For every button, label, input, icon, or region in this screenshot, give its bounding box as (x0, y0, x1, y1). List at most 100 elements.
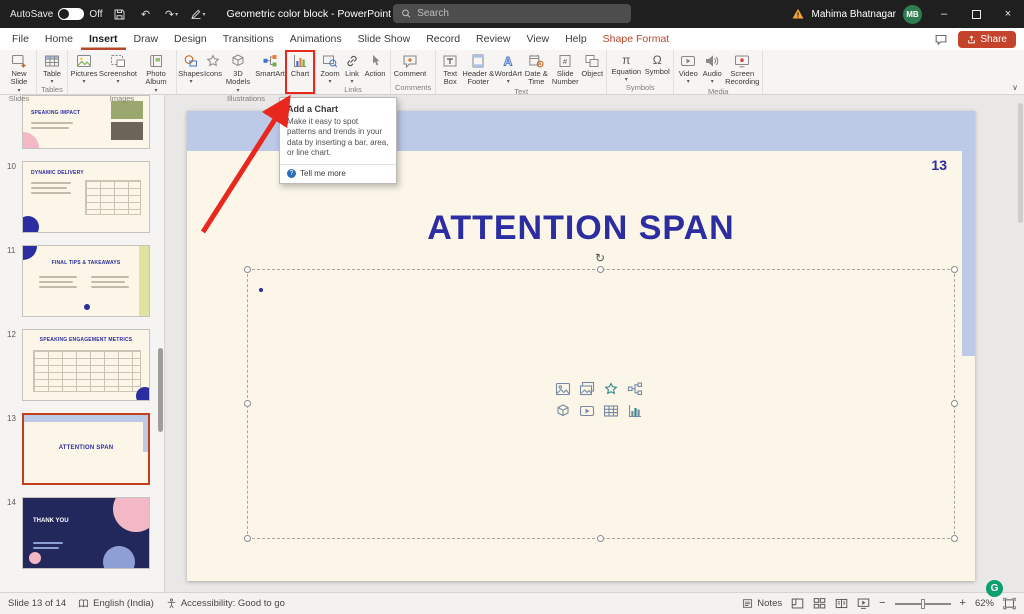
customize-qat-button[interactable]: ▾ (189, 5, 207, 23)
content-placeholder[interactable]: ↻ (247, 269, 955, 539)
search-input[interactable] (417, 8, 623, 19)
resize-handle-bottom-right[interactable] (951, 535, 958, 542)
slide-title[interactable]: ATTENTION SPAN (187, 209, 975, 248)
smartart-button[interactable]: SmartArt (253, 51, 287, 94)
minimize-button[interactable]: – (928, 0, 960, 28)
thumbnail-canvas[interactable]: ATTENTION SPAN (22, 413, 150, 485)
tab-review[interactable]: Review (468, 29, 518, 50)
text-box-button[interactable]: Text Box (438, 51, 462, 87)
slide-number-button[interactable]: # Slide Number (550, 51, 580, 87)
photo-album-button[interactable]: Photo Album ▾ (138, 51, 174, 94)
thumbnail-scrollbar[interactable] (158, 348, 163, 432)
reading-view-icon[interactable] (835, 597, 848, 610)
resize-handle-top-left[interactable] (244, 266, 251, 273)
zoom-out-button[interactable]: − (879, 598, 885, 609)
autosave-switch-icon[interactable] (58, 8, 84, 20)
tell-me-more-link[interactable]: ? Tell me more (287, 169, 389, 178)
tab-design[interactable]: Design (166, 29, 215, 50)
wordart-button[interactable]: A WordArt ▾ (494, 51, 522, 87)
language-indicator[interactable]: English (India) (78, 598, 154, 609)
thumbnail-canvas[interactable]: SPEAKING ENGAGEMENT METRICS (22, 329, 150, 401)
zoom-button[interactable]: Zoom ▾ (318, 51, 342, 85)
tab-home[interactable]: Home (37, 29, 81, 50)
icons-button[interactable]: Icons (203, 51, 223, 94)
chart-button[interactable]: Chart (287, 51, 313, 94)
zoom-in-button[interactable]: + (960, 598, 966, 609)
thumbnail-slide-13-selected[interactable]: 13 ATTENTION SPAN (22, 413, 150, 485)
date-time-button[interactable]: Date & Time (522, 51, 550, 87)
tab-view[interactable]: View (518, 29, 557, 50)
shapes-button[interactable]: Shapes ▾ (179, 51, 203, 94)
audio-button[interactable]: Audio ▾ (700, 51, 724, 87)
comments-icon[interactable] (934, 33, 948, 46)
comment-button[interactable]: Comment (393, 51, 427, 83)
slide-indicator[interactable]: Slide 13 of 14 (8, 598, 66, 609)
tab-record[interactable]: Record (418, 29, 468, 50)
3d-models-button[interactable]: 3D Models ▾ (223, 51, 253, 94)
thumbnail-slide-10[interactable]: 10 DYNAMIC DELIVERY (22, 161, 150, 233)
tab-draw[interactable]: Draw (126, 29, 167, 50)
resize-handle-bottom-center[interactable] (597, 535, 604, 542)
rotate-handle-icon[interactable]: ↻ (595, 251, 605, 265)
equation-button[interactable]: π Equation ▾ (609, 51, 643, 83)
slide-number[interactable]: 13 (931, 157, 947, 173)
video-button[interactable]: Video ▾ (676, 51, 700, 87)
insert-smartart-icon[interactable] (627, 381, 643, 397)
fit-slide-to-window-icon[interactable] (1003, 597, 1016, 610)
search-box[interactable] (393, 4, 631, 23)
thumbnail-canvas[interactable]: DYNAMIC DELIVERY (22, 161, 150, 233)
tab-shape-format[interactable]: Shape Format (595, 29, 678, 50)
insert-3d-model-icon[interactable] (555, 403, 571, 419)
resize-handle-top-right[interactable] (951, 266, 958, 273)
thumbnail-canvas[interactable]: FINAL TIPS & TAKEAWAYS (22, 245, 150, 317)
resize-handle-bottom-left[interactable] (244, 535, 251, 542)
insert-icons-icon[interactable] (603, 381, 619, 397)
object-button[interactable]: Object (580, 51, 604, 87)
zoom-slider-knob[interactable] (921, 599, 925, 609)
collapse-ribbon-icon[interactable]: ∨ (1012, 83, 1018, 92)
tab-transitions[interactable]: Transitions (215, 29, 282, 50)
thumbnail-slide-11[interactable]: 11 FINAL TIPS & TAKEAWAYS (22, 245, 150, 317)
zoom-slider[interactable] (895, 603, 951, 605)
resize-handle-middle-left[interactable] (244, 400, 251, 407)
header-footer-button[interactable]: Header & Footer (462, 51, 494, 87)
thumbnail-slide-12[interactable]: 12 SPEAKING ENGAGEMENT METRICS (22, 329, 150, 401)
undo-button[interactable]: ↶ (137, 5, 155, 23)
save-button[interactable] (111, 5, 129, 23)
canvas-scrollbar[interactable] (1018, 103, 1023, 223)
autosave-toggle[interactable]: AutoSave Off (10, 8, 103, 20)
table-button[interactable]: Table ▾ (39, 51, 65, 85)
screen-recording-button[interactable]: Screen Recording (724, 51, 760, 87)
slide-sorter-icon[interactable] (813, 597, 826, 610)
tab-slide-show[interactable]: Slide Show (350, 29, 419, 50)
tab-animations[interactable]: Animations (282, 29, 350, 50)
tab-help[interactable]: Help (557, 29, 595, 50)
link-button[interactable]: Link ▾ (342, 51, 362, 85)
thumbnail-slide-14[interactable]: 14 THANK YOU (22, 497, 150, 569)
insert-stock-images-icon[interactable] (579, 381, 595, 397)
symbol-button[interactable]: Ω Symbol (643, 51, 671, 83)
avatar[interactable]: MB (903, 5, 922, 24)
close-button[interactable]: × (992, 0, 1024, 28)
normal-view-icon[interactable] (791, 597, 804, 610)
accessibility-checker[interactable]: Accessibility: Good to go (166, 598, 285, 609)
new-slide-button[interactable]: New Slide ▾ (4, 51, 34, 94)
share-button[interactable]: Share (958, 31, 1016, 48)
grammarly-icon[interactable]: G (986, 580, 1003, 597)
user-name[interactable]: Mahima Bhatnagar (812, 9, 897, 20)
insert-chart-icon[interactable] (627, 403, 643, 419)
screenshot-button[interactable]: Screenshot ▾ (98, 51, 138, 94)
insert-table-icon[interactable] (603, 403, 619, 419)
insert-video-icon[interactable] (579, 403, 595, 419)
redo-button[interactable]: ↷▾ (163, 5, 181, 23)
tab-insert[interactable]: Insert (81, 29, 126, 50)
zoom-percent[interactable]: 62% (975, 598, 994, 609)
tab-file[interactable]: File (4, 29, 37, 50)
maximize-button[interactable] (960, 0, 992, 28)
resize-handle-middle-right[interactable] (951, 400, 958, 407)
thumbnail-canvas[interactable]: THANK YOU (22, 497, 150, 569)
resize-handle-top-center[interactable] (597, 266, 604, 273)
pictures-button[interactable]: Pictures ▾ (70, 51, 98, 94)
notes-button[interactable]: Notes (742, 598, 782, 609)
insert-picture-icon[interactable] (555, 381, 571, 397)
